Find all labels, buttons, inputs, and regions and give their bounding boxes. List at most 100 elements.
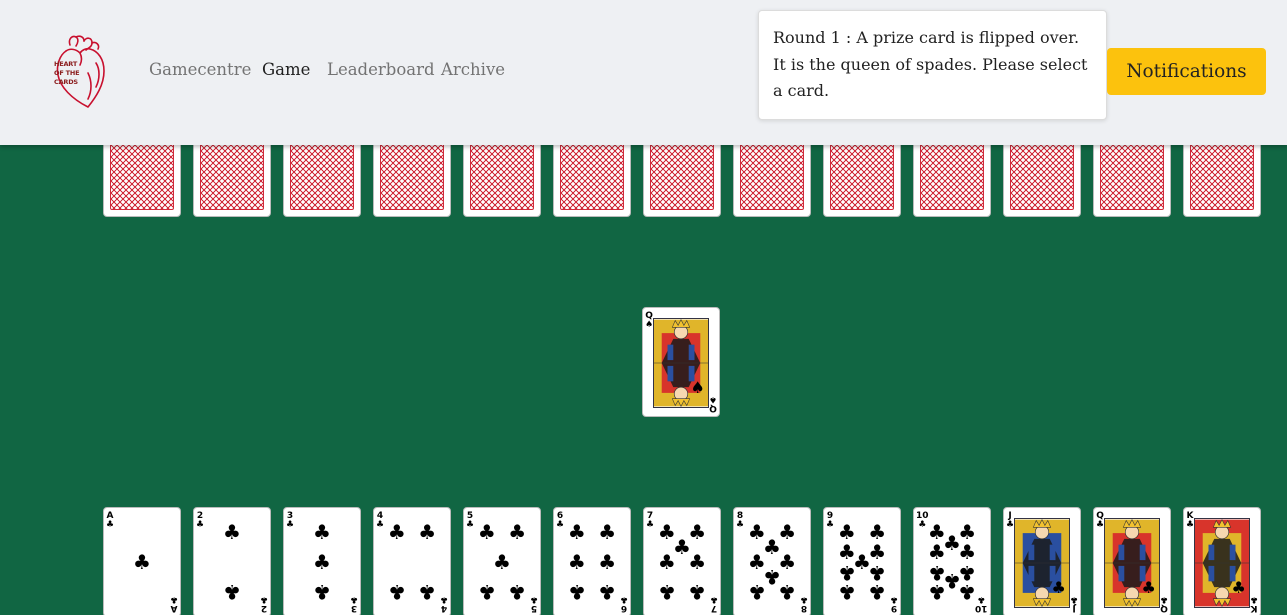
- clubs-icon: ♣: [889, 594, 898, 604]
- clubs-icon: ♣: [1051, 577, 1066, 597]
- card-corner-index: 7 ♣: [646, 512, 654, 530]
- card-rank: K: [1250, 603, 1258, 613]
- nav-link-gamecentre[interactable]: Gamecentre: [149, 60, 251, 79]
- clubs-pip-icon: ♣: [567, 519, 586, 544]
- card-corner-index: Q ♠: [645, 312, 653, 330]
- clubs-pip-icon: ♣: [598, 580, 617, 605]
- card-corner-index: Q ♠: [708, 394, 717, 413]
- hand-card-8-of-clubs[interactable]: 8 ♣ 8 ♣ ♣ ♣ ♣ ♣ ♣ ♣ ♣ ♣: [733, 507, 811, 615]
- clubs-pip-icon: ♣: [418, 519, 437, 544]
- card-corner-index: 8 ♣: [736, 512, 744, 530]
- card-rank: 7: [710, 603, 718, 613]
- clubs-pip-icon: ♣: [868, 519, 887, 544]
- hand-card-queen-of-clubs[interactable]: Q ♣ Q ♣ ♣: [1093, 507, 1171, 615]
- clubs-pip-icon: ♣: [477, 519, 496, 544]
- card-corner-index: 4 ♣: [376, 512, 384, 530]
- heart-logo[interactable]: HEART OF THE CARDS: [52, 33, 108, 111]
- card-corner-index: K ♣: [1249, 594, 1258, 613]
- clubs-icon: ♣: [466, 520, 475, 530]
- card-rank: 10: [975, 603, 988, 613]
- card-corner-index: A ♣: [170, 594, 178, 613]
- card-corner-index: 9 ♣: [889, 594, 898, 613]
- clubs-icon: ♣: [826, 520, 835, 530]
- nav-link-game[interactable]: Game: [262, 60, 310, 79]
- card-rank: Q: [709, 403, 717, 413]
- clubs-icon: ♣: [1069, 594, 1078, 604]
- card-rank: 3: [350, 603, 358, 613]
- clubs-pip-icon: ♣: [508, 519, 527, 544]
- hand-card-king-of-clubs[interactable]: K ♣ K ♣ ♣: [1183, 507, 1261, 615]
- clubs-pip-icon: ♣: [657, 580, 676, 605]
- card-corner-index: 3 ♣: [349, 594, 358, 613]
- hand-card-2-of-clubs[interactable]: 2 ♣ 2 ♣ ♣ ♣: [193, 507, 271, 615]
- notification-message: Round 1 : A prize card is flipped over. …: [773, 28, 1088, 100]
- clubs-icon: ♣: [918, 520, 927, 530]
- hand-card-7-of-clubs[interactable]: 7 ♣ 7 ♣ ♣ ♣ ♣ ♣ ♣ ♣ ♣: [643, 507, 721, 615]
- card-corner-index: 8 ♣: [799, 594, 808, 613]
- clubs-icon: ♣: [259, 594, 268, 604]
- card-corner-index: 6 ♣: [556, 512, 564, 530]
- card-corner-index: 10 ♣: [975, 594, 988, 613]
- clubs-pip-icon: ♣: [387, 580, 406, 605]
- hand-card-10-of-clubs[interactable]: 10 ♣ 10 ♣ ♣ ♣ ♣ ♣ ♣ ♣ ♣ ♣ ♣ ♣: [913, 507, 991, 615]
- hand-card-ace-of-clubs[interactable]: A ♣ A ♣ ♣: [103, 507, 181, 615]
- hand-card-jack-of-clubs[interactable]: J ♣ J ♣ ♣: [1003, 507, 1081, 615]
- clubs-pip-icon: ♣: [598, 519, 617, 544]
- notification-toast: Round 1 : A prize card is flipped over. …: [758, 10, 1107, 120]
- clubs-icon: ♣: [1141, 577, 1156, 597]
- card-corner-index: 2 ♣: [196, 512, 204, 530]
- card-corner-index: Q ♣: [1096, 512, 1104, 530]
- card-rank: 6: [620, 603, 628, 613]
- card-rank: 9: [890, 603, 898, 613]
- clubs-pip-icon: ♣: [837, 519, 856, 544]
- clubs-pip-icon: ♣: [493, 550, 511, 574]
- hand-card-4-of-clubs[interactable]: 4 ♣ 4 ♣ ♣ ♣ ♣ ♣: [373, 507, 451, 615]
- logo-text: HEART OF THE CARDS: [54, 60, 80, 86]
- clubs-icon: ♣: [799, 594, 808, 604]
- clubs-pip-icon: ♣: [313, 580, 331, 605]
- clubs-pip-icon: ♣: [567, 550, 586, 574]
- clubs-pip-icon: ♣: [223, 519, 241, 544]
- clubs-icon: ♣: [1096, 520, 1105, 530]
- clubs-icon: ♣: [1006, 520, 1015, 530]
- clubs-icon: ♣: [1249, 594, 1258, 604]
- card-rank: 8: [800, 603, 808, 613]
- spades-icon: ♠: [708, 394, 717, 404]
- clubs-pip-icon: ♣: [477, 580, 496, 605]
- hand-card-3-of-clubs[interactable]: 3 ♣ 3 ♣ ♣ ♣ ♣: [283, 507, 361, 615]
- clubs-pip-icon: ♣: [778, 580, 797, 605]
- clubs-pip-icon: ♣: [508, 580, 527, 605]
- card-corner-index: 5 ♣: [466, 512, 474, 530]
- clubs-icon: ♣: [709, 594, 718, 604]
- card-corner-index: J ♣: [1069, 594, 1078, 613]
- hand-card-9-of-clubs[interactable]: 9 ♣ 9 ♣ ♣ ♣ ♣ ♣ ♣ ♣ ♣ ♣ ♣: [823, 507, 901, 615]
- spades-icon: ♠: [645, 320, 654, 330]
- hand-card-6-of-clubs[interactable]: 6 ♣ 6 ♣ ♣ ♣ ♣ ♣ ♣ ♣: [553, 507, 631, 615]
- clubs-pip-icon: ♣: [958, 540, 977, 565]
- clubs-icon: ♣: [529, 594, 538, 604]
- clubs-pip-icon: ♣: [688, 550, 707, 574]
- clubs-icon: ♣: [736, 520, 745, 530]
- clubs-icon: ♣: [556, 520, 565, 530]
- card-rank: Q: [1160, 603, 1168, 613]
- card-rank: 2: [260, 603, 268, 613]
- clubs-pip-icon: ♣: [133, 550, 151, 574]
- clubs-pip-icon: ♣: [927, 580, 946, 605]
- card-corner-index: 3 ♣: [286, 512, 294, 530]
- nav-link-leaderboard[interactable]: Leaderboard: [327, 60, 435, 79]
- hand-card-5-of-clubs[interactable]: 5 ♣ 5 ♣ ♣ ♣ ♣ ♣ ♣: [463, 507, 541, 615]
- clubs-icon: ♣: [349, 594, 358, 604]
- clubs-icon: ♣: [1231, 577, 1246, 597]
- spades-icon: ♠: [690, 377, 705, 397]
- notifications-button[interactable]: Notifications: [1107, 48, 1266, 95]
- nav-link-archive[interactable]: Archive: [441, 60, 505, 79]
- clubs-pip-icon: ♣: [958, 580, 977, 605]
- clubs-icon: ♣: [1186, 520, 1195, 530]
- card-rank: J: [1072, 603, 1076, 613]
- clubs-pip-icon: ♣: [387, 519, 406, 544]
- prize-card: Q ♠ Q ♠ ♠: [642, 307, 720, 417]
- card-corner-index: 7 ♣: [709, 594, 718, 613]
- clubs-icon: ♣: [286, 520, 295, 530]
- clubs-pip-icon: ♣: [313, 519, 331, 544]
- clubs-pip-icon: ♣: [657, 550, 676, 574]
